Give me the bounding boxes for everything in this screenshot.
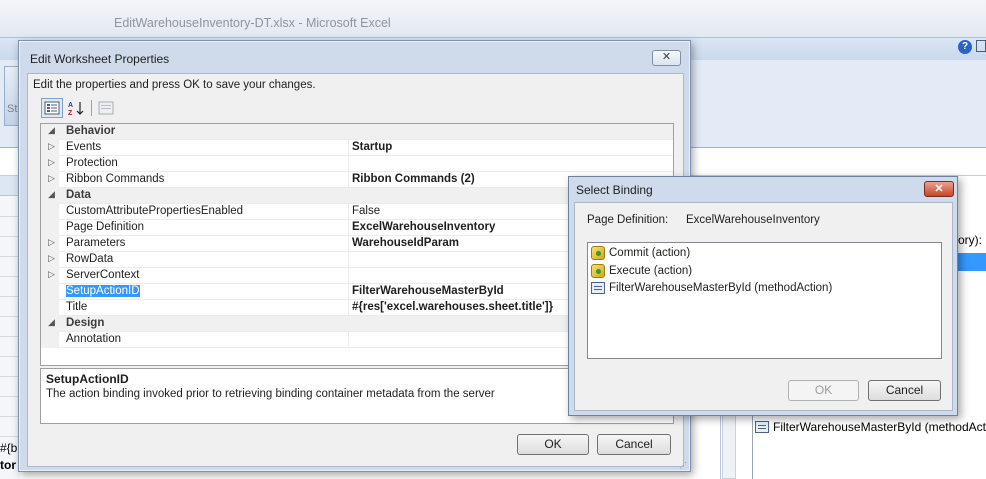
binding-list-item[interactable]: FilterWarehouseMasterById (methodAction) xyxy=(591,282,832,294)
task-pane-selected-row[interactable] xyxy=(958,253,986,271)
ribbon-restore-icon[interactable] xyxy=(976,40,986,52)
close-button[interactable]: ✕ xyxy=(652,50,681,66)
property-name: Events xyxy=(66,141,102,153)
category-label: Behavior xyxy=(66,125,116,137)
binding-list-item[interactable]: Execute (action) xyxy=(591,264,692,278)
categorized-button[interactable] xyxy=(41,98,63,118)
expand-icon[interactable]: ▷ xyxy=(48,141,55,152)
svg-text:A: A xyxy=(68,102,73,109)
property-name: CustomAttributePropertiesEnabled xyxy=(66,205,244,217)
property-value[interactable]: Startup xyxy=(352,141,392,153)
column-divider xyxy=(348,220,349,236)
cell-text-fragment: #{b xyxy=(0,441,18,455)
instruction-text: Edit the properties and press OK to save… xyxy=(33,79,316,91)
property-row[interactable]: ▷ Protection xyxy=(41,156,673,172)
column-divider xyxy=(348,172,349,188)
property-pages-button[interactable] xyxy=(95,98,117,118)
property-value[interactable]: Ribbon Commands (2) xyxy=(352,173,475,185)
description-title: SetupActionID xyxy=(46,372,129,386)
dialog-title: Select Binding xyxy=(576,183,653,197)
alphabetical-button[interactable]: A Z xyxy=(65,98,87,118)
expand-icon[interactable]: ▷ xyxy=(48,253,55,264)
action-icon xyxy=(591,264,605,278)
column-divider xyxy=(348,140,349,156)
ok-button[interactable]: OK xyxy=(788,380,859,401)
property-name: Ribbon Commands xyxy=(66,173,165,185)
binding-list[interactable]: Commit (action) Execute (action) FilterWar… xyxy=(587,242,942,359)
cancel-button[interactable]: Cancel xyxy=(868,380,941,401)
property-value[interactable]: ExcelWarehouseInventory xyxy=(352,221,495,233)
excel-title-bar: EditWarehouseInventory-DT.xlsx - Microso… xyxy=(0,0,986,38)
ok-button[interactable]: OK xyxy=(517,434,589,455)
method-action-icon xyxy=(755,421,769,433)
property-name: Protection xyxy=(66,157,118,169)
property-name: RowData xyxy=(66,253,114,265)
excel-window-title: EditWarehouseInventory-DT.xlsx - Microso… xyxy=(114,16,391,30)
property-value[interactable]: WarehouseIdParam xyxy=(352,237,459,249)
column-divider xyxy=(348,332,349,348)
property-value[interactable]: False xyxy=(352,205,380,217)
row-gutter xyxy=(41,300,59,316)
task-pane-list-item[interactable]: FilterWarehouseMasterById (methodActio xyxy=(755,420,986,434)
column-divider xyxy=(348,268,349,284)
row-header-strip xyxy=(0,196,20,479)
binding-label: FilterWarehouseMasterById (methodAction) xyxy=(609,282,833,294)
ribbon-button-label: St xyxy=(7,103,18,115)
svg-text:Z: Z xyxy=(68,110,73,116)
sort-az-icon: A Z xyxy=(68,102,84,116)
expand-icon[interactable]: ▷ xyxy=(48,269,55,280)
task-pane-item-label: FilterWarehouseMasterById (methodActio xyxy=(773,420,986,434)
categorized-icon xyxy=(44,101,60,115)
expand-icon[interactable]: ▷ xyxy=(48,237,55,248)
select-binding-dialog: Select Binding ✕ Page Definition: ExcelW… xyxy=(568,176,958,416)
method-action-icon xyxy=(591,282,605,294)
property-value[interactable]: FilterWarehouseMasterById xyxy=(352,285,504,297)
collapse-icon[interactable]: ◢ xyxy=(48,189,55,200)
help-icon[interactable]: ? xyxy=(958,40,972,54)
column-divider xyxy=(348,252,349,268)
cancel-button[interactable]: Cancel xyxy=(597,434,671,455)
collapse-icon[interactable]: ◢ xyxy=(48,317,55,328)
action-icon xyxy=(591,246,605,260)
column-divider xyxy=(348,300,349,316)
dialog-title: Edit Worksheet Properties xyxy=(30,52,170,66)
property-name: SetupActionID xyxy=(66,285,140,297)
column-divider xyxy=(348,236,349,252)
category-label: Data xyxy=(66,189,91,201)
row-gutter xyxy=(41,204,59,220)
binding-list-item[interactable]: Commit (action) xyxy=(591,246,690,260)
property-name: Annotation xyxy=(66,333,121,345)
property-name: Parameters xyxy=(66,237,126,249)
cell-text-fragment: tor xyxy=(0,458,16,472)
task-pane-label: ory): xyxy=(958,233,982,247)
close-button[interactable]: ✕ xyxy=(924,181,954,197)
property-row[interactable]: ▷ Events Startup xyxy=(41,140,673,156)
category-label: Design xyxy=(66,317,105,329)
toolbar-separator xyxy=(91,100,92,116)
property-value[interactable]: #{res['excel.warehouses.sheet.title']} xyxy=(352,301,553,313)
binding-label: Execute (action) xyxy=(609,265,693,277)
page-definition-label: Page Definition: xyxy=(587,214,669,226)
expand-icon[interactable]: ▷ xyxy=(48,157,55,168)
column-divider xyxy=(348,204,349,220)
column-divider xyxy=(348,156,349,172)
property-name: Page Definition xyxy=(66,221,144,233)
property-name: ServerContext xyxy=(66,269,140,281)
property-pages-icon xyxy=(98,101,114,115)
property-category-row[interactable]: ◢ Behavior xyxy=(41,124,673,140)
column-divider xyxy=(348,284,349,300)
description-text: The action binding invoked prior to retr… xyxy=(46,388,495,400)
expand-icon[interactable]: ▷ xyxy=(48,173,55,184)
row-gutter xyxy=(41,220,59,236)
page-definition-value: ExcelWarehouseInventory xyxy=(686,214,820,226)
binding-label: Commit (action) xyxy=(609,247,691,259)
collapse-icon[interactable]: ◢ xyxy=(48,125,55,136)
row-gutter xyxy=(41,284,59,300)
row-gutter xyxy=(41,332,59,348)
resize-grip-icon[interactable]: ⋰ xyxy=(679,461,689,471)
property-name: Title xyxy=(66,301,88,313)
